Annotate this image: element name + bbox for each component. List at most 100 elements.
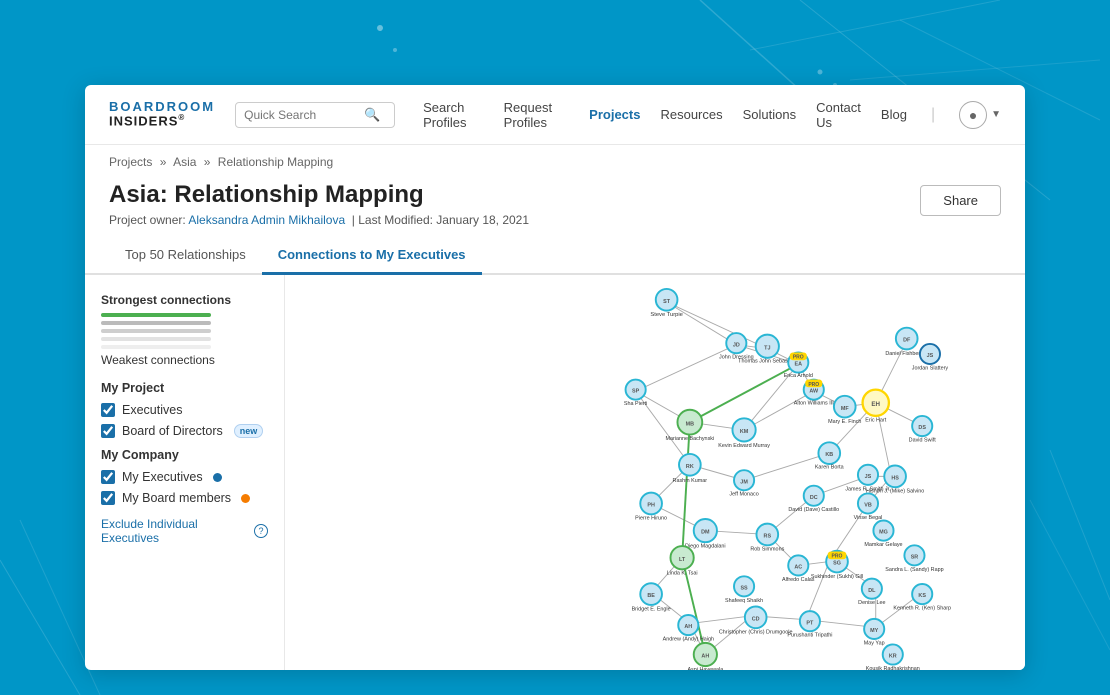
search-input[interactable] — [244, 108, 364, 122]
svg-text:Alton Williams III: Alton Williams III — [794, 400, 834, 406]
svg-text:CD: CD — [752, 616, 760, 622]
executives-label: Executives — [122, 403, 182, 417]
svg-text:ST: ST — [663, 299, 671, 305]
svg-text:RK: RK — [686, 464, 694, 470]
svg-text:May Yap: May Yap — [864, 640, 885, 646]
network-graph: ST Steve Turpie TJ Thomas John Sebastian… — [285, 275, 1025, 670]
svg-text:David Swift: David Swift — [909, 438, 937, 444]
svg-text:Erica Arnold: Erica Arnold — [784, 373, 813, 379]
nav-link-solutions[interactable]: Solutions — [743, 107, 796, 122]
legend-lines — [101, 313, 268, 349]
svg-text:Shafeeq Shaikh: Shafeeq Shaikh — [725, 598, 763, 604]
svg-text:Vinse Begal: Vinse Begal — [854, 515, 883, 521]
info-icon: ? — [254, 524, 268, 538]
graph-area: ST Steve Turpie TJ Thomas John Sebastian… — [285, 275, 1025, 670]
svg-text:Purushanti Tripathi: Purushanti Tripathi — [787, 633, 832, 639]
svg-text:SS: SS — [740, 585, 748, 591]
my-project-label: My Project — [101, 381, 268, 395]
chevron-down-icon: ▼ — [991, 109, 1001, 120]
share-button[interactable]: Share — [920, 185, 1001, 216]
svg-text:Bridget E. Engle: Bridget E. Engle — [632, 606, 671, 612]
svg-text:MF: MF — [841, 406, 850, 412]
svg-text:PT: PT — [806, 620, 814, 626]
logo: BOARDROOM INSIDERS® — [109, 100, 215, 129]
legend-line-5 — [101, 345, 211, 349]
svg-text:KS: KS — [918, 593, 926, 599]
tab-top-50[interactable]: Top 50 Relationships — [109, 237, 262, 275]
svg-text:MG: MG — [879, 530, 888, 536]
bod-label: Board of Directors — [122, 424, 223, 438]
svg-text:AH: AH — [684, 624, 692, 630]
svg-text:AH: AH — [701, 654, 709, 660]
svg-text:David (Dave) Castillo: David (Dave) Castillo — [788, 507, 839, 513]
svg-text:Rob Simmons: Rob Simmons — [750, 547, 784, 553]
my-company-label: My Company — [101, 448, 268, 462]
my-board-checkbox[interactable] — [101, 491, 115, 505]
my-executives-checkbox[interactable] — [101, 470, 115, 484]
svg-text:Jeff Monaco: Jeff Monaco — [729, 492, 758, 498]
svg-text:Pierre Hiruno: Pierre Hiruno — [635, 516, 667, 522]
svg-text:AC: AC — [794, 565, 802, 571]
content-area: Strongest connections Weakest connection… — [85, 275, 1025, 670]
svg-text:Mary E. Finch: Mary E. Finch — [828, 419, 861, 425]
company-executives-row: My Executives — [101, 470, 268, 484]
nav-link-blog[interactable]: Blog — [881, 107, 907, 122]
main-card: BOARDROOM INSIDERS® 🔍 Search Profiles Re… — [85, 85, 1025, 670]
svg-text:LT: LT — [679, 557, 686, 563]
svg-text:John Dressing: John Dressing — [719, 355, 754, 361]
search-box[interactable]: 🔍 — [235, 102, 395, 128]
breadcrumb-asia[interactable]: Asia — [173, 155, 196, 169]
svg-text:PRO: PRO — [793, 355, 804, 361]
svg-text:TJ: TJ — [764, 345, 770, 351]
svg-text:Denise Lee: Denise Lee — [858, 600, 885, 606]
svg-text:Sha Pierti: Sha Pierti — [624, 401, 647, 407]
svg-text:Karen Borta: Karen Borta — [815, 465, 844, 471]
svg-text:Alfredo Calas: Alfredo Calas — [782, 577, 815, 583]
svg-text:SR: SR — [911, 554, 919, 560]
svg-text:PRO: PRO — [808, 382, 819, 388]
exclude-link[interactable]: Exclude Individual Executives ? — [101, 517, 268, 545]
svg-text:KB: KB — [825, 452, 833, 458]
svg-text:HS: HS — [891, 475, 899, 481]
svg-text:Linda K. Tsai: Linda K. Tsai — [667, 571, 698, 577]
svg-text:PH: PH — [647, 503, 655, 509]
legend-line-1 — [101, 313, 211, 317]
svg-text:Andrew (Andy) Haigh: Andrew (Andy) Haigh — [663, 637, 714, 643]
nav-link-resources[interactable]: Resources — [660, 107, 722, 122]
svg-text:EH: EH — [871, 401, 880, 408]
svg-text:KM: KM — [740, 429, 749, 435]
breadcrumb-projects[interactable]: Projects — [109, 155, 152, 169]
page-meta: Project owner: Aleksandra Admin Mikhailo… — [109, 213, 529, 227]
nav-links: Search Profiles Request Profiles Project… — [423, 100, 1001, 130]
tab-connections[interactable]: Connections to My Executives — [262, 237, 482, 275]
navbar: BOARDROOM INSIDERS® 🔍 Search Profiles Re… — [85, 85, 1025, 145]
nav-link-contact[interactable]: Contact Us — [816, 100, 861, 130]
nav-link-projects[interactable]: Projects — [589, 107, 640, 122]
company-board-row: My Board members — [101, 491, 268, 505]
graph-highlight-edges — [682, 364, 798, 654]
svg-text:DL: DL — [868, 588, 876, 594]
svg-text:Marianne Bachynski: Marianne Bachynski — [666, 436, 715, 442]
svg-text:MY: MY — [870, 628, 879, 634]
nav-link-request-profiles[interactable]: Request Profiles — [504, 100, 570, 130]
legend-line-4 — [101, 337, 211, 341]
legend-line-2 — [101, 321, 211, 325]
executives-checkbox[interactable] — [101, 403, 115, 417]
bod-checkbox[interactable] — [101, 424, 115, 438]
svg-text:DS: DS — [918, 425, 926, 431]
svg-text:BE: BE — [647, 593, 655, 599]
nav-user[interactable]: ● ▼ — [959, 101, 1001, 129]
weakest-connections-label: Weakest connections — [101, 353, 268, 367]
svg-text:SG: SG — [833, 561, 841, 567]
svg-text:JS: JS — [927, 353, 934, 359]
svg-text:EA: EA — [795, 362, 803, 368]
page-header: Asia: Relationship Mapping Project owner… — [85, 175, 1025, 237]
sidebar: Strongest connections Weakest connection… — [85, 275, 285, 670]
svg-text:PRO: PRO — [832, 554, 843, 560]
owner-link[interactable]: Aleksandra Admin Mikhailova — [188, 213, 345, 227]
project-bod-row: Board of Directors new — [101, 424, 268, 438]
nav-link-search-profiles[interactable]: Search Profiles — [423, 100, 484, 130]
breadcrumb: Projects » Asia » Relationship Mapping — [85, 145, 1025, 175]
user-icon: ● — [959, 101, 987, 129]
executives-dot — [213, 473, 222, 482]
